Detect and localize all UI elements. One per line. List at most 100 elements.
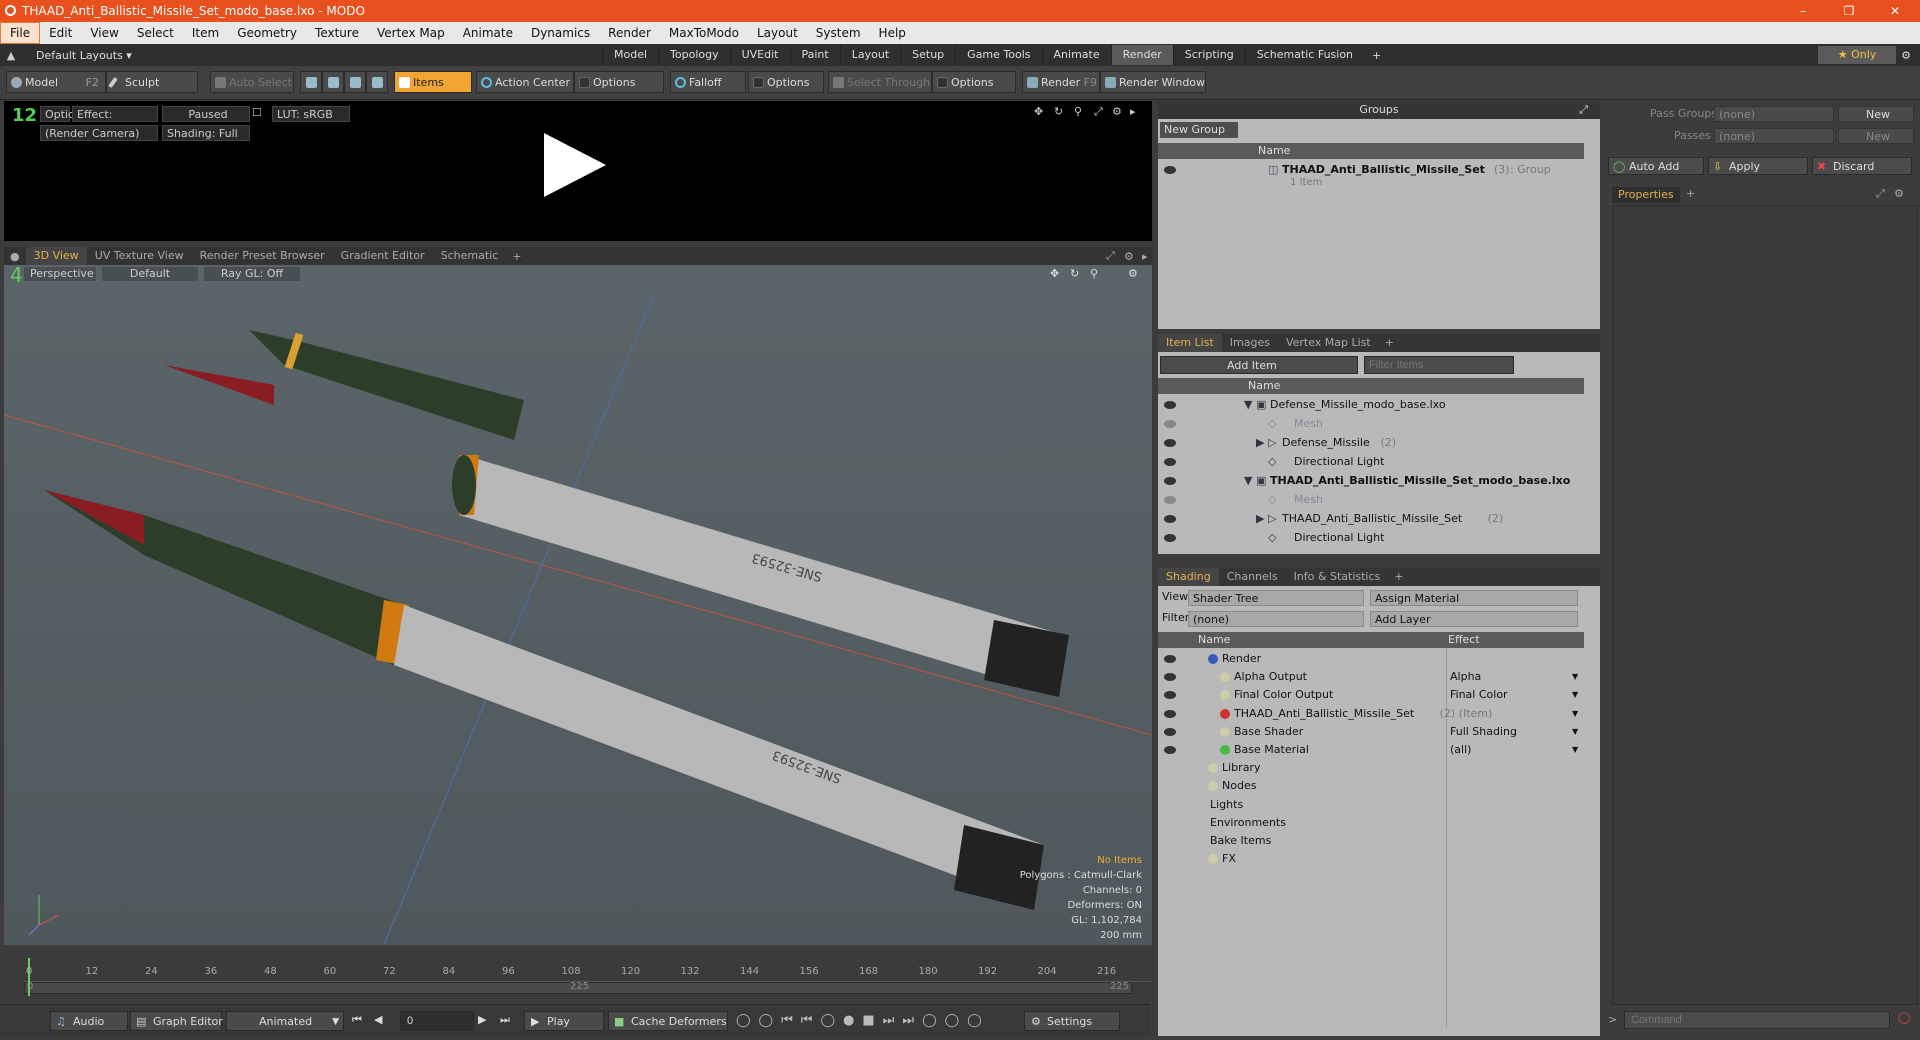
auto-select-button[interactable]: Auto Select [210,71,294,93]
eye-icon[interactable] [1164,458,1176,466]
properties-tab[interactable]: Properties [1612,187,1680,203]
new-pass-group-button[interactable]: New [1838,106,1914,122]
viewport-tab-gradient-editor[interactable]: Gradient Editor [333,247,433,265]
polygons-mode-button[interactable] [344,71,366,93]
discard-button[interactable]: ✖ Discard [1812,157,1912,175]
item-list-tab-vertex-map-list[interactable]: Vertex Map List [1278,334,1379,352]
item-list-row[interactable]: ◇ Directional Light [1158,529,1584,547]
eye-icon[interactable] [1164,534,1176,542]
render-paused-button[interactable]: Paused [162,106,250,122]
apply-button[interactable]: ⇩ Apply [1708,157,1808,175]
item-list-tab-images[interactable]: Images [1222,334,1278,352]
vertices-mode-button[interactable] [300,71,322,93]
shader-row[interactable]: Library [1158,759,1584,777]
shader-row[interactable]: Bake Items [1158,832,1584,850]
chevron-down-icon[interactable]: ▼ [1572,686,1578,704]
model-mode-button[interactable]: Model F2 [6,71,106,93]
sculpt-mode-button[interactable]: Sculpt [106,71,198,93]
timeline-range-bar[interactable]: 0 225 225 [24,981,1132,994]
viewport-tab-schematic[interactable]: Schematic [433,247,507,265]
frame-field[interactable] [400,1011,474,1031]
chevron-down-icon[interactable]: ▼ [1572,741,1578,759]
rotate-view-icon[interactable]: ↻ [1054,105,1063,118]
move-view-icon[interactable]: ✥ [1034,105,1043,118]
play-button[interactable]: ▶ Play [524,1011,604,1031]
select-through-button[interactable]: Select Through [828,71,932,93]
shader-row[interactable]: Nodes [1158,777,1584,795]
layout-tab-topology[interactable]: Topology [658,45,730,65]
menu-file[interactable]: File [0,22,41,44]
eye-icon[interactable] [1164,401,1176,409]
eye-icon[interactable] [1164,691,1176,700]
menu-dynamics[interactable]: Dynamics [522,22,599,44]
add-tab-icon[interactable]: + [1379,334,1400,352]
eye-icon[interactable] [1164,420,1176,428]
auto-add-button[interactable]: ◯ Auto Add [1608,157,1704,175]
lock-icon[interactable]: ☐ [252,106,262,119]
eye-icon[interactable] [1164,477,1176,485]
falloff-button[interactable]: Falloff [670,71,746,93]
3d-viewport[interactable]: 4 Perspective Default Ray GL: Off ✥ ↻ ⚲ … [4,265,1152,945]
add-item-dropdown[interactable]: Add Item [1160,356,1358,374]
add-layer-dropdown[interactable]: Add Layer [1370,611,1578,627]
action-center-button[interactable]: Action Center [476,71,574,93]
shading-tab-info-statistics[interactable]: Info & Statistics [1286,568,1389,586]
eye-icon[interactable] [1164,496,1176,504]
item-list-row[interactable]: ◇ Mesh [1158,415,1584,433]
layout-tab-render[interactable]: Render [1110,45,1173,65]
new-group-button[interactable]: New Group [1160,122,1238,138]
layout-tab-schematic-fusion[interactable]: Schematic Fusion [1244,45,1364,65]
layout-tab-uvedit[interactable]: UVEdit [729,45,790,65]
item-list-row[interactable]: ▶ ▷ Defense_Missile (2) [1158,434,1584,452]
arrow-right-icon[interactable]: ▸ [1142,250,1148,263]
expand-icon[interactable]: ⤢ [1106,249,1115,263]
layout-tab-layout[interactable]: Layout [839,45,900,65]
menu-system[interactable]: System [807,22,870,44]
menu-geometry[interactable]: Geometry [228,22,306,44]
only-toggle[interactable]: ★ Only [1818,46,1896,64]
animated-dropdown[interactable]: Animated ▼ [226,1011,344,1031]
eye-icon[interactable] [1164,515,1176,523]
eye-icon[interactable] [1164,727,1176,736]
restore-icon[interactable]: ❐ [1826,0,1872,22]
timeline[interactable]: 0122436486072849610812013214415616818019… [4,958,1152,998]
graph-editor-button[interactable]: ▤ Graph Editor [130,1011,223,1031]
item-list-row[interactable]: ◇ Directional Light [1158,453,1584,471]
shader-row[interactable]: Lights [1158,796,1584,814]
viewport-tab-3d-view[interactable]: 3D View [25,247,87,265]
group-row[interactable]: ◫ THAAD_Anti_Ballistic_Missile_Set (3) :… [1158,161,1584,191]
assign-material-dropdown[interactable]: Assign Material [1370,590,1578,606]
eye-icon[interactable] [1164,746,1176,754]
shader-row[interactable]: Final Color Output Final Color ▼ [1158,686,1584,704]
shading-tab-shading[interactable]: Shading [1158,568,1219,586]
menu-animate[interactable]: Animate [454,22,522,44]
shader-effect-value[interactable]: (all) [1450,741,1471,759]
gear-icon[interactable]: ⚙ [1894,187,1904,200]
layout-tab-scripting[interactable]: Scripting [1172,45,1245,65]
last-frame-icon[interactable]: ⏭ [500,1013,510,1027]
shading-tab-channels[interactable]: Channels [1219,568,1286,586]
layout-tab-paint[interactable]: Paint [789,45,840,65]
arrow-right-icon[interactable]: ▸ [1130,105,1136,118]
shader-effect-value[interactable]: Final Color [1450,686,1508,704]
add-viewport-tab-icon[interactable]: + [506,250,527,263]
shader-effect-value[interactable]: Alpha [1450,668,1481,686]
menu-select[interactable]: Select [128,22,183,44]
first-frame-icon[interactable]: ⏮ [352,1013,362,1027]
menu-item[interactable]: Item [183,22,228,44]
menu-render[interactable]: Render [599,22,660,44]
filter-items-field[interactable] [1364,356,1514,374]
add-layout-tab-icon[interactable]: + [1364,49,1389,62]
eye-icon[interactable] [1164,655,1176,663]
play-icon[interactable] [544,133,606,197]
chevron-down-icon[interactable]: ▼ [1572,723,1578,741]
action-center-options-button[interactable]: Options [574,71,664,93]
shader-tree-dropdown[interactable]: Shader Tree [1188,590,1364,606]
add-tab-icon[interactable]: + [1686,187,1695,200]
render-shading-dropdown[interactable]: Shading: Full [162,125,250,141]
layout-tab-animate[interactable]: Animate [1041,45,1111,65]
render-lut-dropdown[interactable]: LUT: sRGB [272,106,350,122]
eye-icon[interactable] [1164,166,1176,174]
shading-filter-dropdown[interactable]: (none) [1188,611,1364,627]
gear-icon[interactable]: ⚙ [1896,49,1916,62]
